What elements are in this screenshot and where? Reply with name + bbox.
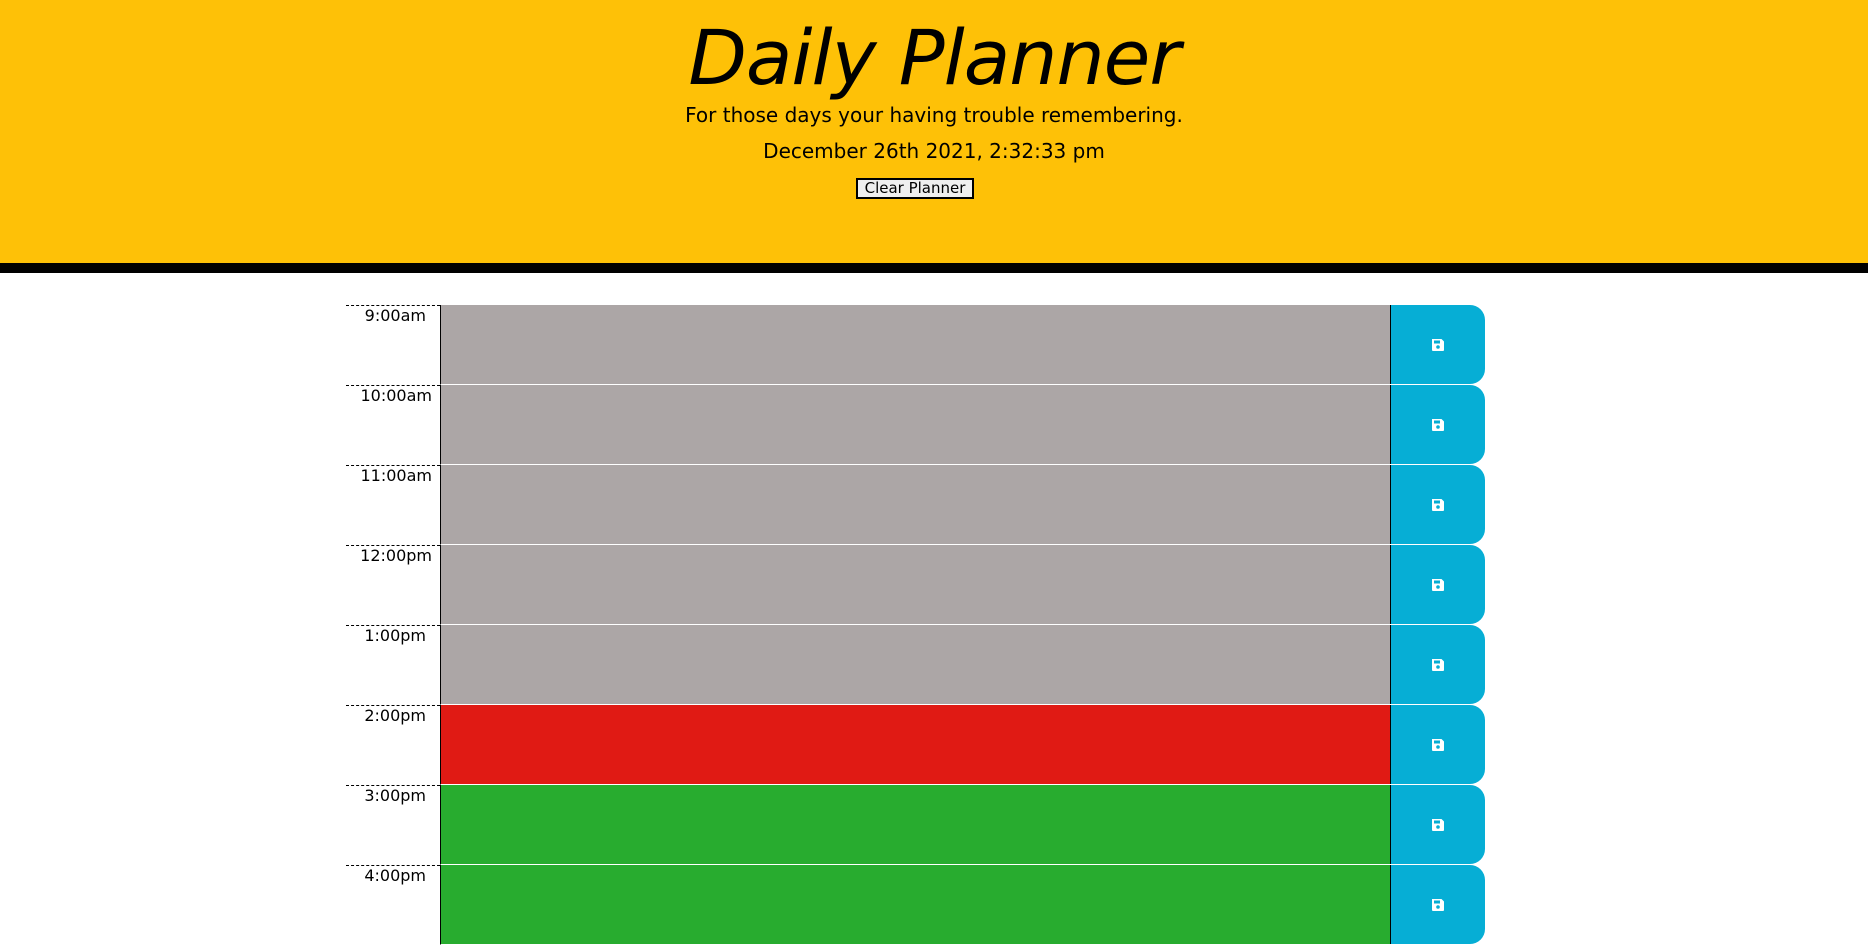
time-block-row: 12:00pm [346,545,1486,625]
event-textarea-past[interactable] [440,385,1390,465]
hour-label: 1:00pm [364,626,426,645]
event-textarea-future[interactable] [440,865,1390,945]
hour-cell: 11:00am [346,465,440,545]
save-button[interactable] [1390,785,1485,864]
time-block-row: 2:00pm [346,705,1486,785]
event-textarea-past[interactable] [440,305,1390,385]
hour-cell: 1:00pm [346,625,440,705]
hour-label: 11:00am [360,466,433,485]
time-block-row: 11:00am [346,465,1486,545]
hour-label: 4:00pm [364,866,426,885]
event-textarea-past[interactable] [440,625,1390,705]
hour-cell: 3:00pm [346,785,440,865]
time-block-row: 1:00pm [346,625,1486,705]
hour-cell: 4:00pm [346,865,440,945]
hour-label: 9:00am [364,306,426,325]
save-button[interactable] [1390,305,1485,384]
hour-label: 3:00pm [364,786,426,805]
planner-container: 9:00am 10:00am 11:00am 12:00pm 1:00pm 2:00pm 3… [0,0,1868,945]
time-block-row: 4:00pm [346,865,1486,945]
save-button[interactable] [1390,465,1485,544]
save-button[interactable] [1390,705,1485,784]
time-block-row: 10:00am [346,385,1486,465]
floppy-disk-icon [1432,899,1444,911]
floppy-disk-icon [1432,819,1444,831]
floppy-disk-icon [1432,339,1444,351]
time-block-row: 9:00am [346,305,1486,385]
save-button[interactable] [1390,865,1485,944]
event-textarea-past[interactable] [440,465,1390,545]
hour-label: 10:00am [360,386,433,405]
floppy-disk-icon [1432,579,1444,591]
time-block-row: 3:00pm [346,785,1486,865]
floppy-disk-icon [1432,499,1444,511]
floppy-disk-icon [1432,739,1444,751]
hour-label: 2:00pm [364,706,426,725]
hour-cell: 2:00pm [346,705,440,785]
floppy-disk-icon [1432,659,1444,671]
event-textarea-past[interactable] [440,545,1390,625]
save-button[interactable] [1390,385,1485,464]
save-button[interactable] [1390,625,1485,704]
event-textarea-present[interactable] [440,705,1390,785]
event-textarea-future[interactable] [440,785,1390,865]
hour-cell: 12:00pm [346,545,440,625]
save-button[interactable] [1390,545,1485,624]
hour-cell: 10:00am [346,385,440,465]
hour-cell: 9:00am [346,305,440,385]
hour-label: 12:00pm [360,546,432,565]
floppy-disk-icon [1432,419,1444,431]
